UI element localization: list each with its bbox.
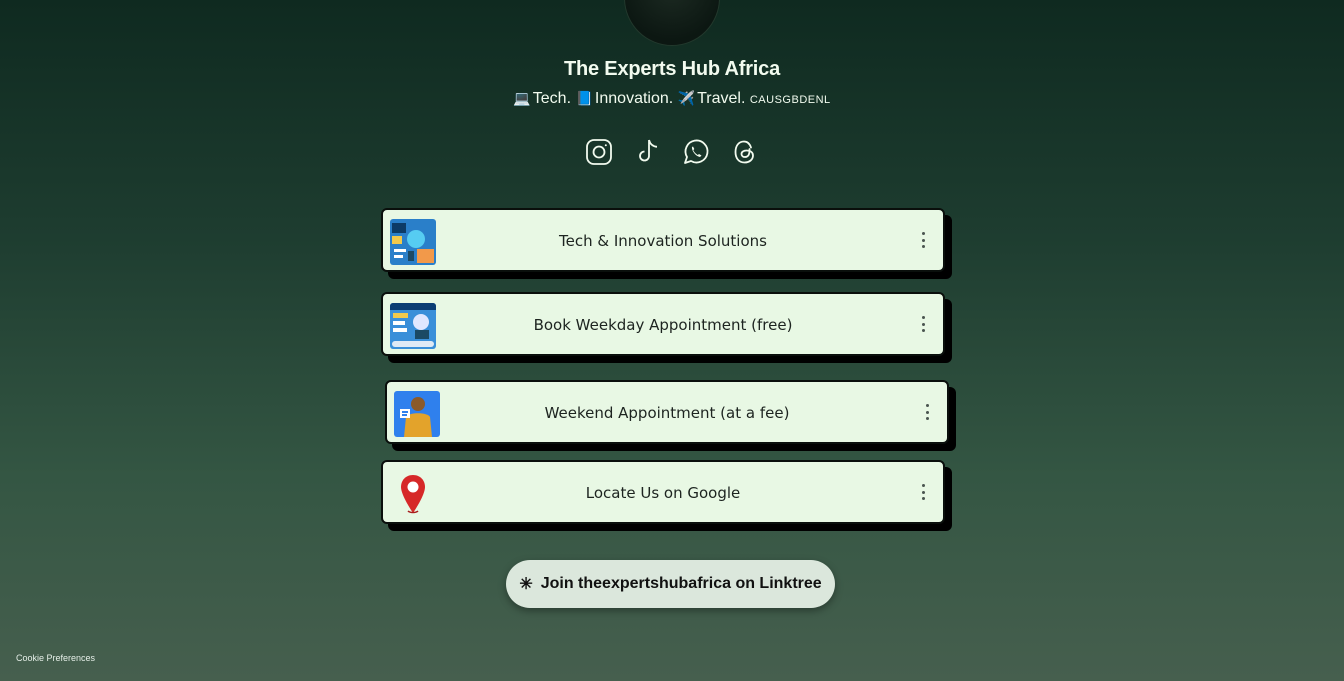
weekday-thumbnail <box>390 303 436 349</box>
link-label: Book Weekday Appointment (free) <box>533 316 793 334</box>
tiktok-icon[interactable] <box>631 135 665 169</box>
link-card-weekend-appointment[interactable]: Weekend Appointment (at a fee) <box>385 380 949 444</box>
link-card-locate-google[interactable]: Locate Us on Google <box>381 460 945 524</box>
link-label: Locate Us on Google <box>585 484 741 502</box>
link-card-tech-innovation[interactable]: Tech & Innovation Solutions <box>381 208 945 272</box>
page-title: The Experts Hub Africa <box>563 58 781 80</box>
bio-countries: CAUSGBDENL <box>749 94 831 106</box>
link-card-weekday-appointment[interactable]: Book Weekday Appointment (free) <box>381 292 945 356</box>
join-label: Join theexpertshubafrica on Linktree <box>540 575 822 592</box>
link-label: Tech & Innovation Solutions <box>559 232 767 250</box>
whatsapp-icon[interactable] <box>679 135 713 169</box>
bio-innovation: Innovation. <box>594 90 674 107</box>
link-label: Weekend Appointment (at a fee) <box>544 404 790 422</box>
more-options-icon[interactable] <box>917 316 929 332</box>
social-links <box>582 135 762 169</box>
cookie-preferences-link[interactable]: Cookie Preferences <box>16 653 95 663</box>
laptop-icon: 💻 <box>513 90 531 106</box>
map-pin-icon <box>390 471 436 517</box>
book-icon: 📘 <box>575 90 593 106</box>
avatar[interactable] <box>624 0 720 46</box>
more-options-icon[interactable] <box>917 232 929 248</box>
airplane-icon: ✈️ <box>677 90 696 106</box>
more-options-icon[interactable] <box>917 484 929 500</box>
tech-thumbnail <box>390 219 436 265</box>
weekend-thumbnail <box>394 391 440 437</box>
linktree-logo-icon: ✳ <box>519 576 533 593</box>
more-options-icon[interactable] <box>921 404 933 420</box>
join-linktree-button[interactable]: ✳ Join theexpertshubafrica on Linktree <box>506 560 835 608</box>
threads-icon[interactable] <box>728 135 762 169</box>
bio-tech: Tech. <box>532 90 572 107</box>
instagram-icon[interactable] <box>582 135 616 169</box>
profile-bio: 💻 Tech. 📘 Innovation. ✈️ Travel. CAUSGBDENL <box>0 90 1344 108</box>
bio-travel: Travel. <box>697 90 746 107</box>
